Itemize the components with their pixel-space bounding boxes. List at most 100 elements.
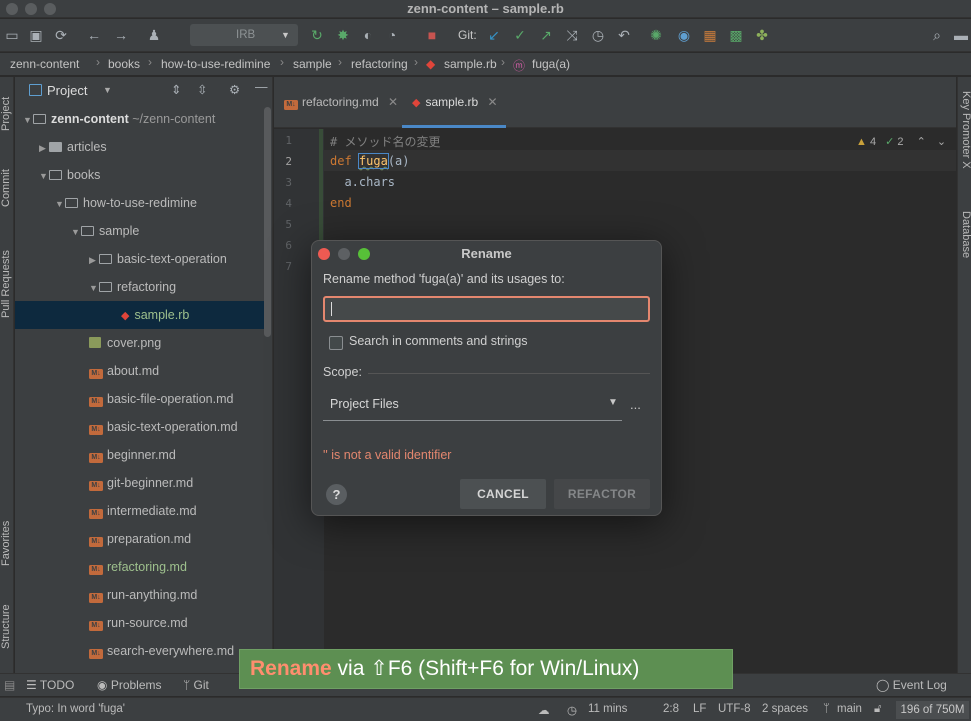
status-message[interactable]: Typo: In word 'fuga'	[26, 703, 125, 715]
tree-item[interactable]: M↓ basic-text-operation.md	[15, 413, 265, 441]
breadcrumb-item[interactable]: books	[108, 57, 140, 71]
todo-tool-window[interactable]: ☰ TODO	[26, 678, 74, 692]
chevron-down-icon[interactable]: ▼	[103, 85, 112, 95]
tab-sample-rb[interactable]: ◆ sample.rb ✕	[402, 77, 506, 128]
search-icon[interactable]: ⌕	[929, 27, 945, 43]
tree-item[interactable]: cover.png	[15, 329, 265, 357]
tree-item[interactable]: M↓ refactoring.md	[15, 553, 265, 581]
tree-item[interactable]: ▼ sample	[15, 217, 265, 245]
tab-key-promoter[interactable]: Key Promoter X	[959, 91, 971, 195]
caret-position[interactable]: 2:8	[663, 703, 679, 715]
git-commit-icon[interactable]: ✓	[512, 27, 528, 43]
debug-icon[interactable]: ✸	[335, 27, 351, 43]
tree-item[interactable]: M↓ basic-file-operation.md	[15, 385, 265, 413]
breadcrumb-item[interactable]: how-to-use-redimine	[161, 57, 270, 71]
status-time[interactable]: 11 mins	[588, 703, 627, 715]
previous-highlight-icon[interactable]: ⌃	[917, 136, 926, 148]
tree-item[interactable]: M↓ search-everywhere.md	[15, 637, 265, 665]
help-button[interactable]: ?	[326, 484, 347, 505]
tree-item[interactable]: ▼ how-to-use-redimine	[15, 189, 265, 217]
event-log-tool-window[interactable]: ◯ Event Log	[876, 678, 947, 692]
cloud-icon[interactable]: ☁	[538, 703, 550, 717]
git-update-icon[interactable]: ↙	[486, 27, 502, 43]
plugin-graph-icon[interactable]: ✺	[648, 27, 664, 43]
tab-favorites[interactable]: Favorites	[0, 507, 14, 579]
file-encoding[interactable]: UTF-8	[718, 703, 751, 715]
tree-item[interactable]: M↓ git-beginner.md	[15, 469, 265, 497]
close-icon[interactable]: ✕	[488, 95, 498, 109]
next-highlight-icon[interactable]: ⌄	[937, 136, 946, 148]
git-rollback-icon[interactable]: ↶	[616, 27, 632, 43]
project-panel-title[interactable]: Project	[47, 83, 87, 98]
lock-icon[interactable]: 🔓︎	[874, 703, 881, 716]
back-icon[interactable]: ←	[86, 27, 102, 43]
rerun-icon[interactable]: ↻	[309, 27, 325, 43]
tree-item[interactable]: M↓ preparation.md	[15, 525, 265, 553]
tree-item[interactable]: M↓ intermediate.md	[15, 497, 265, 525]
refactor-button[interactable]: REFACTOR	[554, 479, 650, 509]
inspection-widget[interactable]: ▲ 4 ✓ 2 ⌃ ⌄	[856, 135, 946, 148]
layout-icon[interactable]: ▤	[4, 678, 15, 692]
tab-refactoring-md[interactable]: M↓ refactoring.md ✕	[284, 77, 398, 128]
line-separator[interactable]: LF	[693, 703, 706, 715]
plugin-box-icon[interactable]: ▩	[728, 27, 744, 43]
plugin-grid-icon[interactable]: ▦	[702, 27, 718, 43]
breadcrumb-item[interactable]: refactoring	[351, 57, 408, 71]
git-history-icon[interactable]: ◷	[590, 27, 606, 43]
new-name-input[interactable]	[323, 296, 650, 322]
breadcrumb-item[interactable]: fuga(a)	[532, 57, 570, 71]
breadcrumb-item[interactable]: sample	[293, 57, 332, 71]
coverage-icon[interactable]: ◐	[360, 27, 376, 43]
tree-item[interactable]: ▼ zenn-content ~/zenn-content	[15, 105, 265, 133]
search-comments-label[interactable]: Search in comments and strings	[349, 334, 528, 348]
sync-icon[interactable]: ⟳	[53, 27, 69, 43]
code-line[interactable]: # メソッド名の変更	[330, 133, 440, 150]
tree-scrollbar[interactable]	[264, 107, 271, 337]
tree-item[interactable]: ▶ articles	[15, 133, 265, 161]
tree-item[interactable]: M↓ run-source.md	[15, 609, 265, 637]
breadcrumb-item[interactable]: sample.rb	[444, 57, 497, 71]
hide-panel-icon[interactable]: —	[255, 80, 268, 94]
tab-project[interactable]: Project	[0, 85, 14, 143]
forward-icon[interactable]: →	[113, 27, 129, 43]
user-icon[interactable]: ♟	[146, 27, 162, 43]
tree-item[interactable]: ▶ basic-text-operation	[15, 245, 265, 273]
tree-item[interactable]: ▼ refactoring	[15, 273, 265, 301]
stop-icon[interactable]: ■	[424, 27, 440, 43]
profile-icon[interactable]: ◔	[384, 27, 400, 43]
git-tool-window[interactable]: ᛘ Git	[183, 678, 209, 692]
search-comments-checkbox[interactable]	[329, 336, 343, 350]
breadcrumb-item[interactable]: zenn-content	[10, 57, 79, 71]
ide-logo-icon[interactable]: ▬	[953, 27, 969, 43]
plugin-circle-icon[interactable]: ◉	[676, 27, 692, 43]
tree-item[interactable]: M↓ about.md	[15, 357, 265, 385]
tab-commit[interactable]: Commit	[0, 157, 14, 219]
git-branch[interactable]: main	[837, 703, 862, 715]
code-line[interactable]: a.chars	[330, 175, 395, 189]
memory-indicator[interactable]: 196 of 750M	[896, 701, 969, 719]
open-folder-icon[interactable]: ▭	[4, 27, 20, 43]
scope-more-button[interactable]: ...	[630, 397, 641, 412]
tab-database[interactable]: Database	[959, 211, 971, 281]
scope-select[interactable]: Project Files ▼	[323, 389, 622, 421]
tree-item[interactable]: M↓ beginner.md	[15, 441, 265, 469]
gear-icon[interactable]: ⚙	[229, 82, 240, 97]
tab-pull-requests[interactable]: Pull Requests	[0, 237, 14, 331]
code-line[interactable]: end	[330, 196, 352, 210]
save-icon[interactable]: ▣	[28, 27, 44, 43]
indent-setting[interactable]: 2 spaces	[762, 703, 808, 715]
cancel-button[interactable]: CANCEL	[460, 479, 546, 509]
git-merge-icon[interactable]: ⤨	[564, 27, 580, 43]
run-configuration-select[interactable]: IRB ▼	[190, 24, 298, 46]
tree-item[interactable]: ▼ books	[15, 161, 265, 189]
tree-item-selected[interactable]: ◆ sample.rb	[15, 301, 265, 329]
tree-item[interactable]: M↓ run-anything.md	[15, 581, 265, 609]
expand-all-icon[interactable]: ⇕	[171, 82, 181, 97]
git-push-icon[interactable]: ↗	[538, 27, 554, 43]
code-line[interactable]: def fuga(a)	[330, 153, 410, 169]
method-name[interactable]: fuga	[357, 153, 389, 169]
collapse-all-icon[interactable]: ⇳	[197, 82, 207, 97]
problems-tool-window[interactable]: ◉ Problems	[97, 678, 162, 692]
plugin-puzzle-icon[interactable]: ✤	[754, 27, 770, 43]
tab-structure[interactable]: Structure	[0, 591, 14, 663]
